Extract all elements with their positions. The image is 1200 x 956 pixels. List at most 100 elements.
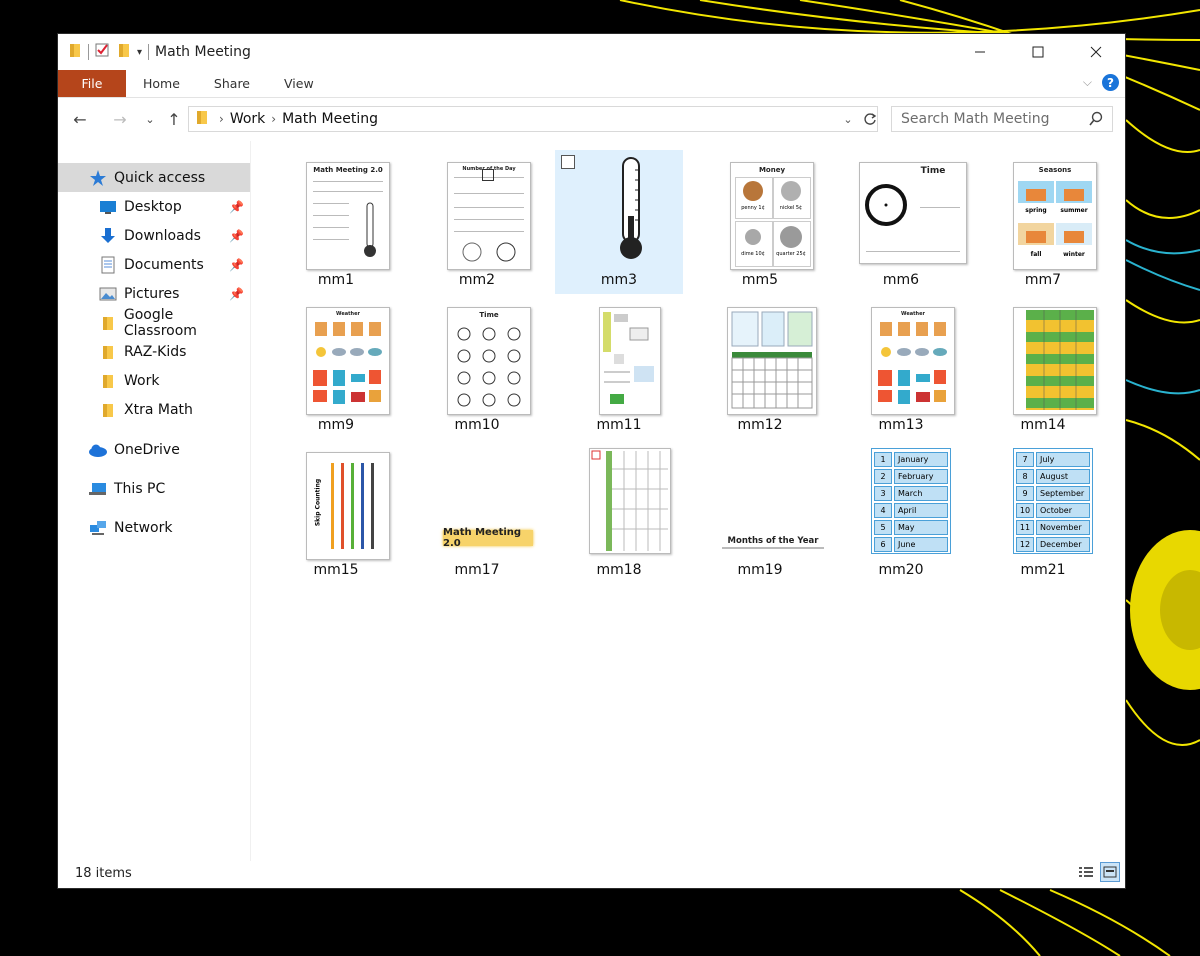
network-icon bbox=[88, 519, 108, 537]
search-input[interactable]: Search Math Meeting bbox=[891, 106, 1113, 132]
details-view-button[interactable] bbox=[1076, 862, 1096, 882]
file-item-mm20[interactable]: 1 January 2 February 3 March 4 April 5 May 6 June m… bbox=[837, 440, 965, 584]
breadcrumb-chevron-icon[interactable]: › bbox=[271, 112, 276, 126]
breadcrumb-chevron-icon[interactable]: › bbox=[219, 112, 224, 126]
sidebar-item-label: RAZ-Kids bbox=[124, 343, 187, 360]
file-item-mm5[interactable]: Money penny 1¢ nickel 5¢ dime 10¢ quarte… bbox=[696, 150, 824, 294]
title-bar: ▾ Math Meeting bbox=[58, 34, 1125, 70]
file-explorer-window: ▾ Math Meeting File Home Share View ⌵ ? … bbox=[57, 33, 1126, 889]
navigation-bar: ← → ⌄ ↑ › Work › Math Meeting ⌄ Search M… bbox=[58, 97, 1125, 141]
forward-button[interactable]: → bbox=[106, 110, 134, 129]
up-button[interactable]: ↑ bbox=[160, 110, 188, 129]
month-name: December bbox=[1036, 537, 1090, 552]
file-item-mm17[interactable]: Math Meeting 2.0 mm17 bbox=[413, 440, 541, 584]
sidebar-item-google-classroom[interactable]: Google Classroom bbox=[58, 306, 250, 339]
file-name: mm21 bbox=[1020, 562, 1066, 578]
sidebar-item-quick-access[interactable]: Quick access bbox=[58, 163, 250, 192]
address-bar[interactable]: › Work › Math Meeting bbox=[188, 106, 878, 132]
file-item-mm1[interactable]: Math Meeting 2.0 mm1 bbox=[272, 150, 400, 294]
new-folder-icon[interactable] bbox=[117, 42, 131, 62]
file-item-mm10[interactable]: Time mm10 bbox=[413, 295, 541, 439]
refresh-button[interactable] bbox=[858, 106, 882, 132]
maximize-button[interactable] bbox=[1009, 34, 1067, 70]
item-checkbox[interactable] bbox=[561, 155, 575, 169]
close-button[interactable] bbox=[1067, 34, 1125, 70]
file-thumbnail: Weather bbox=[871, 301, 955, 415]
file-name: mm13 bbox=[878, 417, 924, 433]
file-item-mm3[interactable]: mm3 bbox=[555, 150, 683, 294]
sidebar-item-label: Downloads bbox=[124, 227, 201, 244]
breadcrumb-work[interactable]: Work bbox=[230, 111, 265, 127]
file-item-mm11[interactable]: mm11 bbox=[555, 295, 683, 439]
file-item-mm15[interactable]: Skip Counting mm15 bbox=[272, 440, 400, 584]
tab-file[interactable]: File bbox=[58, 70, 126, 97]
month-name: February bbox=[894, 469, 948, 484]
file-thumbnail: 1 January 2 February 3 March 4 April 5 May 6 June bbox=[871, 446, 953, 554]
file-item-mm19[interactable]: Months of the Year mm19 bbox=[696, 440, 824, 584]
sidebar-item-network[interactable]: Network bbox=[58, 513, 250, 542]
refresh-icon bbox=[864, 113, 877, 125]
tab-view[interactable]: View bbox=[267, 70, 331, 97]
thumbnail-title: Math Meeting 2.0 bbox=[313, 166, 383, 174]
file-item-mm12[interactable]: mm12 bbox=[696, 295, 824, 439]
sidebar-item-label: Desktop bbox=[124, 198, 182, 215]
computer-icon bbox=[88, 480, 108, 498]
sidebar-item-xtra-math[interactable]: Xtra Math bbox=[58, 395, 250, 424]
file-thumbnail bbox=[1013, 301, 1097, 415]
file-item-mm6[interactable]: Time mm6 bbox=[837, 150, 967, 294]
search-icon[interactable] bbox=[1088, 111, 1104, 131]
item-count: 18 items bbox=[75, 866, 132, 881]
file-item-mm13[interactable]: Weather mm13 bbox=[837, 295, 965, 439]
expand-ribbon-icon[interactable]: ⌵ bbox=[1083, 75, 1092, 90]
month-name: September bbox=[1036, 486, 1090, 501]
pin-icon[interactable]: 📌 bbox=[229, 287, 244, 301]
month-row: 8 August bbox=[1016, 469, 1090, 484]
breadcrumb-math-meeting[interactable]: Math Meeting bbox=[282, 111, 378, 127]
file-item-mm14[interactable]: mm14 bbox=[979, 295, 1107, 439]
back-button[interactable]: ← bbox=[66, 110, 94, 129]
clock-icon bbox=[865, 184, 907, 226]
thumbnail-title: Math Meeting 2.0 bbox=[443, 527, 533, 549]
file-name: mm11 bbox=[596, 417, 642, 433]
sidebar-item-label: Documents bbox=[124, 256, 204, 273]
sidebar-item-this-pc[interactable]: This PC bbox=[58, 474, 250, 503]
file-name: mm18 bbox=[596, 562, 642, 578]
file-item-mm18[interactable]: mm18 bbox=[555, 440, 683, 584]
month-name: June bbox=[894, 537, 948, 552]
star-icon bbox=[88, 169, 108, 187]
folder-icon bbox=[98, 314, 118, 332]
file-name: mm15 bbox=[313, 562, 359, 578]
sidebar-item-label: Google Classroom bbox=[123, 306, 197, 339]
month-name: April bbox=[894, 503, 948, 518]
sidebar-item-desktop[interactable]: Desktop 📌 bbox=[58, 192, 250, 221]
tab-home[interactable]: Home bbox=[126, 70, 197, 97]
file-item-mm21[interactable]: 7 July 8 August 9 September 10 October 11 Novembe… bbox=[979, 440, 1107, 584]
month-name: November bbox=[1036, 520, 1090, 535]
customize-toolbar-icon[interactable]: ▾ bbox=[137, 47, 142, 58]
desktop-icon bbox=[98, 198, 118, 216]
pin-icon[interactable]: 📌 bbox=[229, 229, 244, 243]
months-list: 7 July 8 August 9 September 10 October 11 Novembe… bbox=[1013, 448, 1093, 554]
sidebar-item-documents[interactable]: Documents 📌 bbox=[58, 250, 250, 279]
tab-share[interactable]: Share bbox=[197, 70, 267, 97]
file-item-mm2[interactable]: Number of the Day mm2 bbox=[413, 150, 541, 294]
sidebar-item-pictures[interactable]: Pictures 📌 bbox=[58, 279, 250, 308]
month-row: 2 February bbox=[874, 469, 948, 484]
address-dropdown-icon[interactable]: ⌄ bbox=[838, 106, 858, 132]
large-icons-view-button[interactable] bbox=[1100, 862, 1120, 882]
pin-icon[interactable]: 📌 bbox=[229, 258, 244, 272]
file-item-mm9[interactable]: Weather mm9 bbox=[272, 295, 400, 439]
file-item-mm7[interactable]: Seasons spring summer fall winter mm7 bbox=[979, 150, 1107, 294]
sidebar-item-work[interactable]: Work bbox=[58, 366, 250, 395]
sidebar-item-downloads[interactable]: Downloads 📌 bbox=[58, 221, 250, 250]
file-thumbnail bbox=[727, 301, 817, 415]
help-icon[interactable]: ? bbox=[1102, 74, 1119, 91]
month-row: 6 June bbox=[874, 537, 948, 552]
minimize-button[interactable] bbox=[951, 34, 1009, 70]
sidebar-item-onedrive[interactable]: OneDrive bbox=[58, 435, 250, 464]
close-icon bbox=[1090, 46, 1102, 58]
properties-icon[interactable] bbox=[95, 42, 111, 62]
month-number: 9 bbox=[1016, 486, 1034, 501]
pin-icon[interactable]: 📌 bbox=[229, 200, 244, 214]
sidebar-item-raz-kids[interactable]: RAZ-Kids bbox=[58, 337, 250, 366]
